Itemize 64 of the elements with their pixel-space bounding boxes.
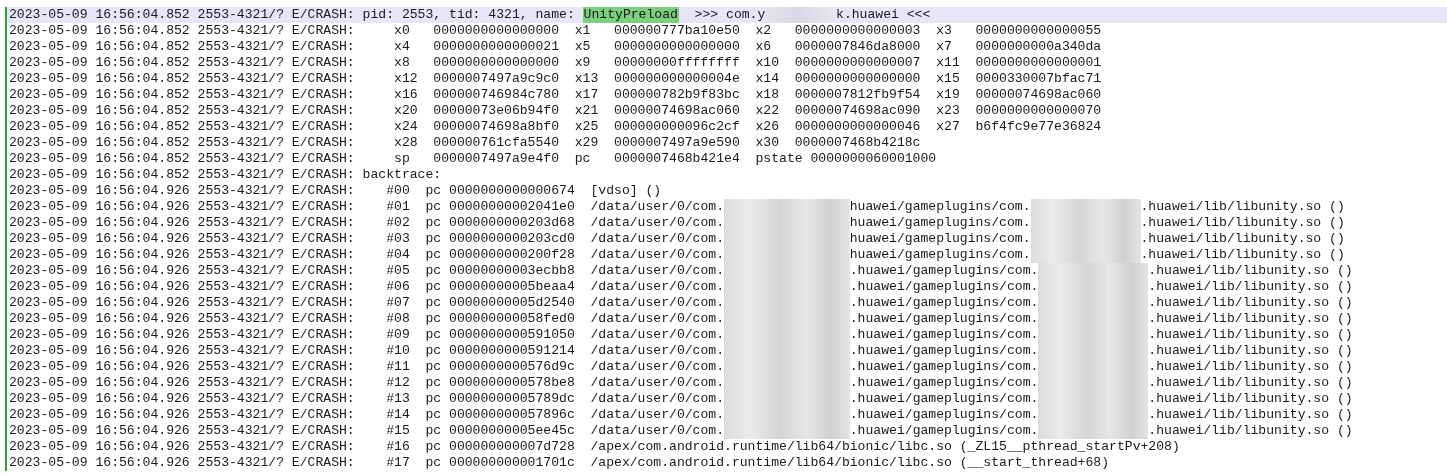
log-text: .huawei/gameplugins/com. — [849, 279, 1039, 295]
log-text: 2023-05-09 16:56:04.926 2553-4321/? E/CRASH: #14 pc 000000000057896c /data/user/0/com. — [9, 407, 725, 423]
log-text: 2023-05-09 16:56:04.926 2553-4321/? E/CRASH: #15 pc 00000000005ee45c /data/user/0/com. — [9, 423, 725, 439]
log-text: 2023-05-09 16:56:04.926 2553-4321/? E/CRASH: #06 pc 00000000005beaa4 /data/user/0/com. — [9, 279, 725, 295]
log-text: .huawei/gameplugins/com. — [849, 311, 1039, 327]
log-text: 2023-05-09 16:56:04.926 2553-4321/? E/CRASH: #05 pc 00000000003ecbb8 /data/user/0/com. — [9, 263, 725, 279]
redaction-blur — [765, 7, 837, 23]
log-text: .huawei/lib/libunity.so () — [1148, 407, 1353, 423]
log-text: 2023-05-09 16:56:04.852 2553-4321/? E/CRASH: x8 0000000000000000 x9 00000000ffffffff x10 0000000000000007 x11 0000000000000001 — [9, 55, 1102, 71]
log-text: 2023-05-09 16:56:04.926 2553-4321/? E/CRASH: #16 pc 000000000007d728 /apex/com.android.runtime/lib64/bionic/libc.so (_ZL15__pthread_startPv+208) — [9, 439, 1180, 455]
log-text: k.huawei <<< — [836, 7, 931, 23]
log-text: 2023-05-09 16:56:04.852 2553-4321/? E/CRASH: x12 0000007497a9c9c0 x13 000000000000004e x14 0000000000000000 x15 0000330007bfac71 — [9, 71, 1102, 87]
log-text: .huawei/lib/libunity.so () — [1148, 423, 1353, 439]
log-text: 2023-05-09 16:56:04.852 2553-4321/? E/CRASH: x20 00000073e06b94f0 x21 00000074698ac060 x22 00000074698ac090 x23 0000000000000070 — [9, 103, 1102, 119]
log-text: 2023-05-09 16:56:04.926 2553-4321/? E/CRASH: #03 pc 0000000000203cd0 /data/user/0/com. — [9, 231, 725, 247]
log-text: .huawei/gameplugins/com. — [849, 359, 1039, 375]
log-text: .huawei/lib/libunity.so () — [1148, 391, 1353, 407]
log-text: .huawei/lib/libunity.so () — [1140, 247, 1345, 263]
log-text: .huawei/gameplugins/com. — [849, 327, 1039, 343]
log-text: .huawei/gameplugins/com. — [849, 391, 1039, 407]
log-text: 2023-05-09 16:56:04.926 2553-4321/? E/CRASH: #09 pc 0000000000591050 /data/user/0/com. — [9, 327, 725, 343]
log-text: .huawei/lib/libunity.so () — [1148, 279, 1353, 295]
log-text: huawei/gameplugins/com. — [849, 215, 1031, 231]
log-text: huawei/gameplugins/com. — [849, 247, 1031, 263]
log-text: .huawei/lib/libunity.so () — [1148, 343, 1353, 359]
log-text: 2023-05-09 16:56:04.852 2553-4321/? E/CRASH: x16 000000746984c780 x17 000000782b9f83bc x18 0000007812fb9f54 x19 00000074698ac060 — [9, 87, 1102, 103]
selected-row[interactable]: 2023-05-09 16:56:04.852 2553-4321/? E/CRASH: pid: 2553, tid: 4321, name: UnityPreload >>> com.y k.huawei <<< — [7, 7, 1447, 23]
log-text: 2023-05-09 16:56:04.852 2553-4321/? E/CRASH: x4 0000000000000021 x5 0000000000000000 x6 0000007846da8000 x7 0000000000a340da — [9, 39, 1102, 55]
log-text: 2023-05-09 16:56:04.926 2553-4321/? E/CRASH: #13 pc 00000000005789dc /data/user/0/com. — [9, 391, 725, 407]
log-text: 2023-05-09 16:56:04.926 2553-4321/? E/CRASH: #07 pc 00000000005d2540 /data/user/0/com. — [9, 295, 725, 311]
log-text: 2023-05-09 16:56:04.926 2553-4321/? E/CRASH: #08 pc 000000000058fed0 /data/user/0/com. — [9, 311, 725, 327]
log-text: .huawei/gameplugins/com. — [849, 375, 1039, 391]
log-text: 2023-05-09 16:56:04.852 2553-4321/? E/CRASH: pid: 2553, tid: 4321, name: — [9, 7, 576, 23]
log-text: .huawei/lib/libunity.so () — [1148, 311, 1353, 327]
log-text: >>> com.y — [693, 7, 766, 23]
log-text: 2023-05-09 16:56:04.926 2553-4321/? E/CRASH: #10 pc 0000000000591214 /data/user/0/com. — [9, 343, 725, 359]
log-text: 2023-05-09 16:56:04.852 2553-4321/? E/CRASH: sp 0000007497a9e4f0 pc 0000007468b421e4 pstate 0000000060001000 — [9, 151, 937, 167]
log-text: 2023-05-09 16:56:04.926 2553-4321/? E/CRASH: #02 pc 0000000000203d68 /data/user/0/com. — [9, 215, 725, 231]
log-text: 2023-05-09 16:56:04.852 2553-4321/? E/CRASH: x24 00000074698a8bf0 x25 000000000096c2cf x26 0000000000000046 x27 b6f4fc9e77e36824 — [9, 119, 1102, 135]
log-text: .huawei/gameplugins/com. — [849, 407, 1039, 423]
log-text: .huawei/gameplugins/com. — [849, 343, 1039, 359]
log-text: .huawei/lib/libunity.so () — [1148, 359, 1353, 375]
log-text: 2023-05-09 16:56:04.852 2553-4321/? E/CRASH: x0 0000000000000000 x1 000000777ba10e50 x2 0000000000000003 x3 0000000000000055 — [9, 23, 1102, 39]
log-text: 2023-05-09 16:56:04.852 2553-4321/? E/CRASH: backtrace: — [9, 167, 442, 183]
log-text: .huawei/lib/libunity.so () — [1148, 327, 1353, 343]
log-text: huawei/gameplugins/com. — [849, 231, 1031, 247]
log-text: 2023-05-09 16:56:04.926 2553-4321/? E/CRASH: #17 pc 000000000001701c /apex/com.android.runtime/lib64/bionic/libc.so (__start_thread+68) — [9, 455, 1110, 471]
log-text: 2023-05-09 16:56:04.926 2553-4321/? E/CRASH: #04 pc 0000000000200f28 /data/user/0/com. — [9, 247, 725, 263]
log-text: 2023-05-09 16:56:04.926 2553-4321/? E/CRASH: #11 pc 0000000000576d9c /data/user/0/com. — [9, 359, 725, 375]
log-text: .huawei/gameplugins/com. — [849, 263, 1039, 279]
log-text: .huawei/gameplugins/com. — [849, 295, 1039, 311]
log-text: .huawei/lib/libunity.so () — [1140, 215, 1345, 231]
log-text: .huawei/lib/libunity.so () — [1140, 199, 1345, 215]
log-text: .huawei/gameplugins/com. — [849, 423, 1039, 439]
log-text: 2023-05-09 16:56:04.926 2553-4321/? E/CRASH: #00 pc 0000000000000674 [vdso] () — [9, 183, 662, 199]
log-text: .huawei/lib/libunity.so () — [1148, 375, 1353, 391]
log-text: huawei/gameplugins/com. — [849, 199, 1031, 215]
log-text: .huawei/lib/libunity.so () — [1140, 231, 1345, 247]
log-text: .huawei/lib/libunity.so () — [1148, 295, 1353, 311]
log-text: 2023-05-09 16:56:04.926 2553-4321/? E/CRASH: #01 pc 00000000002041e0 /data/user/0/com. — [9, 199, 725, 215]
search-highlight: UnityPreload — [582, 7, 679, 23]
log-text: 2023-05-09 16:56:04.852 2553-4321/? E/CRASH: x28 000000761cfa5540 x29 0000007497a9e590 x30 0000007468b4218c — [9, 135, 921, 151]
log-text: 2023-05-09 16:56:04.926 2553-4321/? E/CRASH: #12 pc 0000000000578be8 /data/user/0/com. — [9, 375, 725, 391]
log-text: .huawei/lib/libunity.so () — [1148, 263, 1353, 279]
